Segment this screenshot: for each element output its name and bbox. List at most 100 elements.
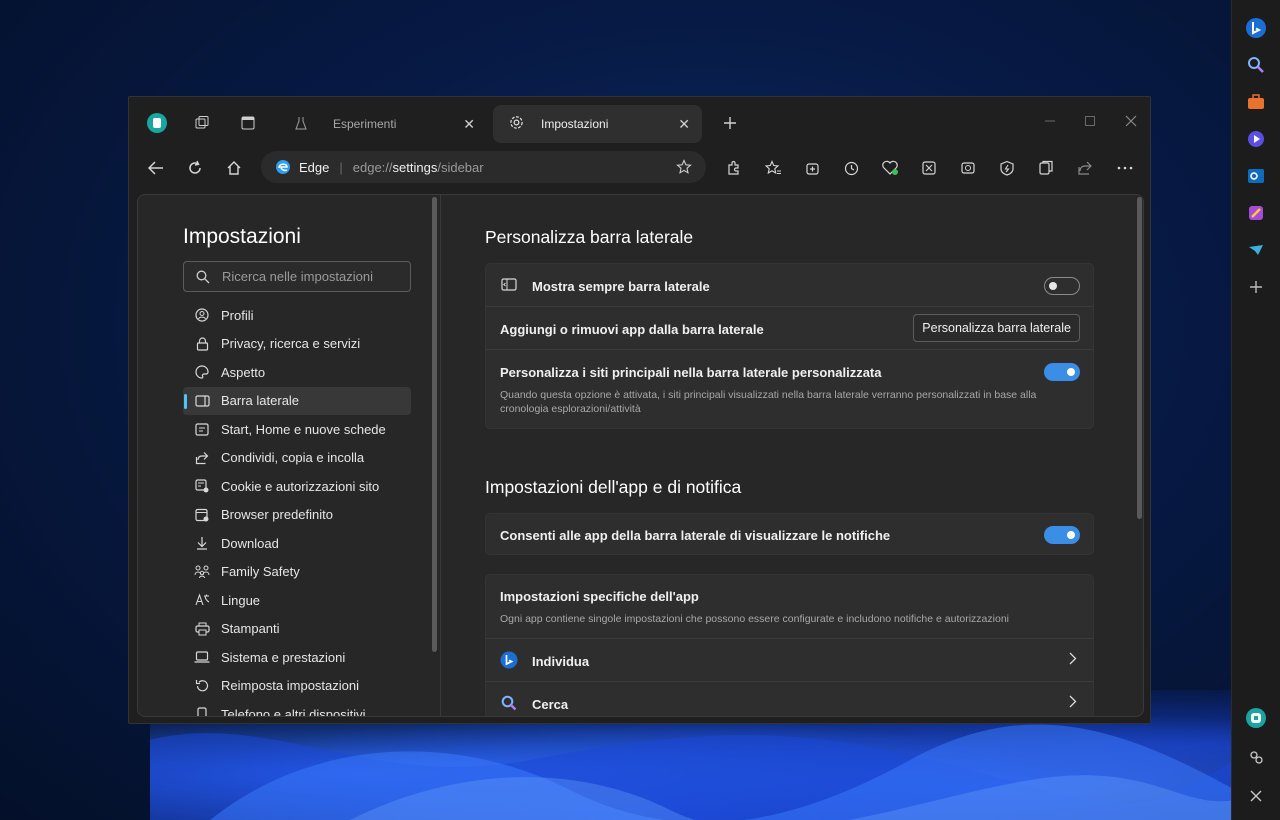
nav-item-label: Aspetto xyxy=(221,364,266,380)
app-row-cerca[interactable]: Cerca xyxy=(486,682,1093,716)
chevron-right-icon xyxy=(1069,652,1077,670)
nav-item-stampanti[interactable]: Stampanti xyxy=(183,615,411,644)
close-sidebar-icon[interactable] xyxy=(1240,780,1272,812)
edge-side-rail xyxy=(1231,0,1280,820)
chevron-right-icon xyxy=(1069,695,1077,713)
nav-item-profili[interactable]: Profili xyxy=(183,301,411,330)
close-window-icon[interactable] xyxy=(1117,107,1145,135)
nav-item-condividi[interactable]: Condividi, copia e incolla xyxy=(183,444,411,473)
copilot-icon[interactable] xyxy=(1240,702,1272,734)
sidebar-settings-card: Mostra sempre barra laterale Aggiungi o … xyxy=(485,263,1094,429)
outlook-icon[interactable] xyxy=(1240,160,1272,192)
web-capture-icon[interactable] xyxy=(954,154,982,182)
nav-item-label: Condividi, copia e incolla xyxy=(221,450,365,466)
bing-icon[interactable] xyxy=(1240,12,1272,44)
nav-item-privacy[interactable]: Privacy, ricerca e servizi xyxy=(183,330,411,359)
history-icon[interactable] xyxy=(837,154,865,182)
app-specific-card: Impostazioni specifiche dell'app Ogni ap… xyxy=(485,574,1094,716)
allow-notifications-toggle[interactable] xyxy=(1044,526,1080,544)
search-icon[interactable] xyxy=(1240,49,1272,81)
telegram-icon[interactable] xyxy=(1240,234,1272,266)
toolbar: Edge | edge:// settings /sidebar xyxy=(129,147,1150,189)
lock-icon xyxy=(183,337,221,351)
personalize-sites-label: Personalizza i siti principali nella bar… xyxy=(500,365,882,380)
tab-impostazioni[interactable]: Impostazioni ✕ xyxy=(493,105,702,143)
sidebar-icon xyxy=(183,395,221,407)
refresh-icon[interactable] xyxy=(181,154,209,182)
settings-nav-list: Profili Privacy, ricerca e servizi Aspet… xyxy=(183,301,411,716)
extensions-icon[interactable] xyxy=(720,154,748,182)
nav-scrollbar[interactable] xyxy=(432,197,437,652)
back-icon[interactable] xyxy=(142,154,170,182)
nav-item-label: Profili xyxy=(221,307,254,323)
nav-item-telefono[interactable]: Telefono e altri dispositivi xyxy=(183,700,411,716)
more-options-icon[interactable] xyxy=(1111,154,1139,182)
printer-icon xyxy=(183,622,221,636)
nav-item-label: Reimposta impostazioni xyxy=(221,678,360,694)
tab-actions-icon[interactable] xyxy=(234,109,262,137)
favorites-icon[interactable] xyxy=(759,154,787,182)
nav-item-lingue[interactable]: Lingue xyxy=(183,586,411,615)
nav-item-reimposta[interactable]: Reimposta impostazioni xyxy=(183,672,411,701)
address-bar[interactable]: Edge | edge:// settings /sidebar xyxy=(261,151,706,183)
language-icon xyxy=(183,593,221,607)
nav-item-sistema[interactable]: Sistema e prestazioni xyxy=(183,643,411,672)
nav-item-label: Privacy, ricerca e servizi xyxy=(221,336,361,352)
designer-icon[interactable] xyxy=(1240,197,1272,229)
performance-icon[interactable] xyxy=(993,154,1021,182)
share-icon[interactable] xyxy=(1071,154,1099,182)
main-scrollbar[interactable] xyxy=(1137,197,1142,519)
allow-notifications-label: Consenti alle app della barra laterale d… xyxy=(500,528,891,543)
customize-sidebar-button[interactable]: Personalizza barra laterale xyxy=(913,314,1080,342)
settings-main: Personalizza barra laterale Mostra sempr… xyxy=(442,195,1143,716)
bing-icon xyxy=(500,651,518,669)
maximize-icon[interactable] xyxy=(1076,107,1104,135)
nav-item-label: Browser predefinito xyxy=(221,507,333,523)
nav-item-label: Barra laterale xyxy=(221,393,300,409)
download-icon xyxy=(183,536,221,550)
gear-icon xyxy=(509,115,529,133)
browser-essentials-icon[interactable] xyxy=(876,154,904,182)
toolbox-icon[interactable] xyxy=(1240,86,1272,118)
home-icon[interactable] xyxy=(220,154,248,182)
split-screen-icon[interactable] xyxy=(1032,154,1060,182)
nav-item-label: Cookie e autorizzazioni sito xyxy=(221,478,380,494)
settings-search-input[interactable]: Ricerca nelle impostazioni xyxy=(183,261,411,292)
new-tab-icon[interactable] xyxy=(716,109,744,137)
nav-item-barra-laterale[interactable]: Barra laterale xyxy=(183,386,411,415)
app-label: Cerca xyxy=(532,697,569,712)
personalize-sites-desc-line1: Quando questa opzione è attivata, i siti… xyxy=(500,389,1037,401)
nav-item-download[interactable]: Download xyxy=(183,529,411,558)
sidebar-panel-icon xyxy=(501,278,517,291)
settings-sidebar-icon[interactable] xyxy=(1240,741,1272,773)
profile-avatar-icon[interactable] xyxy=(143,109,171,137)
reset-icon xyxy=(183,679,221,693)
nav-item-aspetto[interactable]: Aspetto xyxy=(183,358,411,387)
nav-item-start-home[interactable]: Start, Home e nuove schede xyxy=(183,415,411,444)
always-show-label: Mostra sempre barra laterale xyxy=(532,279,710,294)
minimize-icon[interactable] xyxy=(1036,107,1064,135)
nav-item-family-safety[interactable]: Family Safety xyxy=(183,558,411,587)
search-icon xyxy=(501,695,517,711)
tab-esperimenti[interactable]: Esperimenti ✕ xyxy=(277,105,487,143)
always-show-toggle[interactable] xyxy=(1044,277,1080,295)
close-tab-icon[interactable]: ✕ xyxy=(463,116,475,133)
add-icon[interactable] xyxy=(1240,271,1272,303)
nav-item-browser-predefinito[interactable]: Browser predefinito xyxy=(183,501,411,530)
notifications-card: Consenti alle app della barra laterale d… xyxy=(485,513,1094,555)
flask-icon xyxy=(295,116,315,133)
tab-strip: Esperimenti ✕ Impostazioni ✕ xyxy=(129,97,1150,147)
collections-icon[interactable] xyxy=(798,154,826,182)
site-label: Edge xyxy=(299,159,330,175)
laptop-icon xyxy=(183,651,221,663)
address-separator: | xyxy=(339,159,343,175)
favorite-star-icon[interactable] xyxy=(676,159,692,175)
close-tab-icon[interactable]: ✕ xyxy=(678,116,690,133)
personalize-sites-toggle[interactable] xyxy=(1044,363,1080,381)
games-icon[interactable] xyxy=(1240,123,1272,155)
math-solver-icon[interactable] xyxy=(915,154,943,182)
workspaces-icon[interactable] xyxy=(188,109,216,137)
url-path: settings xyxy=(392,159,438,175)
nav-item-cookie[interactable]: Cookie e autorizzazioni sito xyxy=(183,472,411,501)
app-row-individua[interactable]: Individua xyxy=(486,639,1093,682)
